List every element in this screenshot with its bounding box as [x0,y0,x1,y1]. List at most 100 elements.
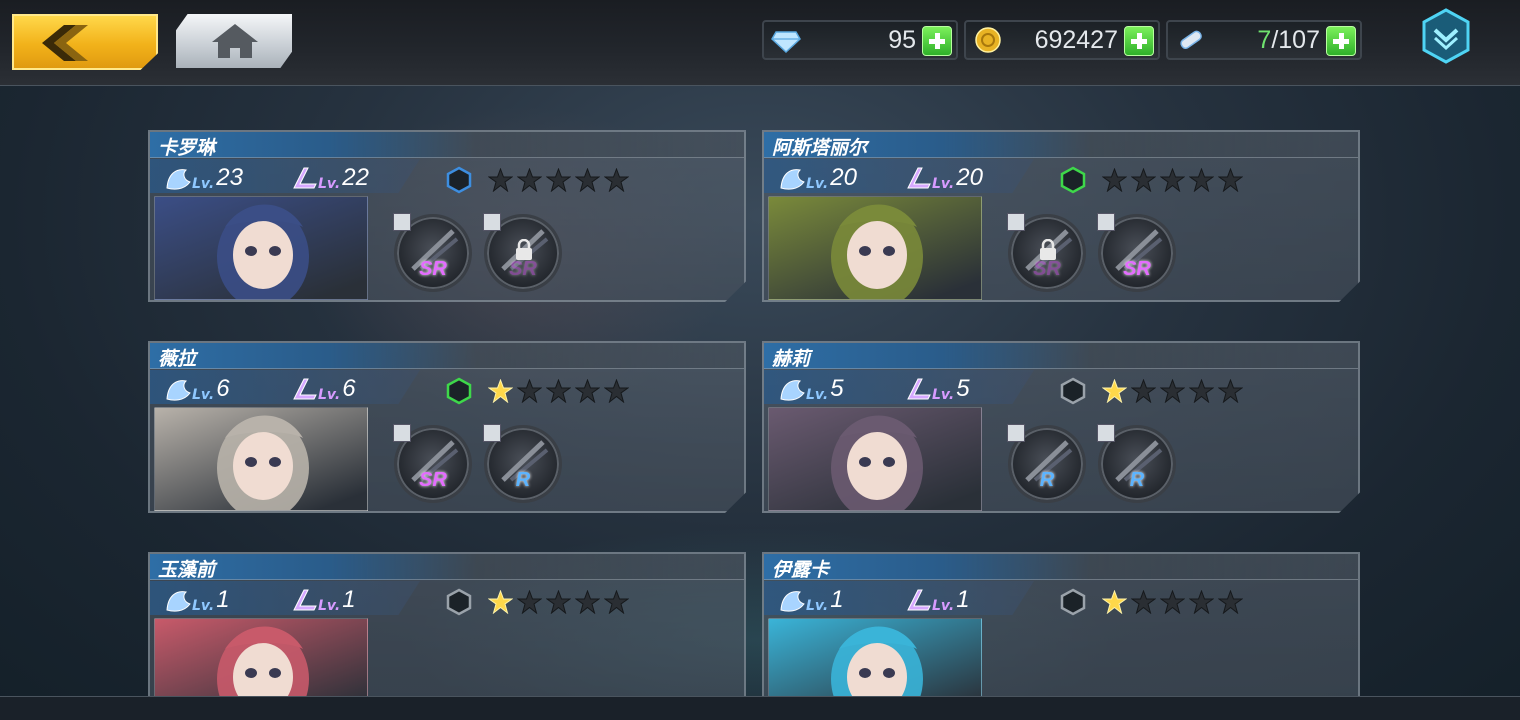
star-icon [1189,590,1214,614]
back-button[interactable] [12,14,158,70]
star-icon [575,168,600,192]
stamina-max: /107 [1271,26,1320,54]
equipment-slot[interactable]: SR [393,424,472,503]
character-card[interactable]: 玉藻前 Lv. 1 Lv. 1 [148,552,746,696]
equipment-slot[interactable]: R [483,424,562,503]
star-rating [488,379,629,403]
character-name: 伊露卡 [772,559,830,581]
level-value: 20 [956,164,983,191]
name-bar [150,343,744,369]
name-bar [764,554,1358,580]
star-rating [1102,590,1243,614]
character-portrait [768,196,982,300]
rarity-label: R [515,469,531,491]
level-value: 5 [956,375,970,402]
star-icon [1131,590,1156,614]
level-value: 5 [830,375,844,402]
bottom-bar [0,696,1520,720]
rank-hexagon-icon [1060,166,1086,194]
rarity-label: R [1039,469,1055,491]
star-icon [604,168,629,192]
top-bar: 95 692427 7/107 [0,0,1520,86]
equipment-slot[interactable]: R [1007,424,1086,503]
home-button[interactable] [176,14,292,68]
star-icon [1131,168,1156,192]
level-value: 1 [342,586,356,613]
star-icon [1102,379,1127,403]
character-name: 赫莉 [772,348,811,370]
weapon-level: Lv. 5 [904,373,970,403]
star-icon [1160,168,1185,192]
star-icon [1160,590,1185,614]
level-label: Lv. [932,598,955,614]
rarity-label: SR [1123,258,1151,280]
star-rating [1102,379,1243,403]
rank-hexagon-icon [1060,588,1086,616]
character-portrait [154,196,368,300]
character-name: 玉藻前 [158,559,216,581]
stamina-value: 7/107 [1257,26,1320,55]
level-value: 1 [956,586,970,613]
star-icon [575,590,600,614]
weapon-level: Lv. 6 [290,373,356,403]
character-level-icon [780,380,805,401]
stamina-icon [1180,30,1202,50]
gold-counter: 692427 [964,20,1160,60]
equipment-slot[interactable]: SR [1007,213,1086,292]
star-icon [1189,168,1214,192]
rank-hexagon-icon [446,588,472,616]
star-icon [546,168,571,192]
level-label: Lv. [806,598,829,614]
menu-button[interactable] [1418,8,1474,64]
weapon-level: Lv. 20 [904,162,983,192]
rarity-label: R [1129,469,1145,491]
character-list[interactable]: 卡罗琳 Lv. 23 Lv. 22 SR SR 阿斯塔丽尔 Lv. 20 Lv.… [0,86,1520,696]
character-level-icon [166,380,191,401]
character-card[interactable]: 伊露卡 Lv. 1 Lv. 1 [762,552,1360,696]
rank-hexagon-icon [1060,377,1086,405]
star-icon [604,590,629,614]
character-name: 阿斯塔丽尔 [772,137,868,159]
level-label: Lv. [192,387,215,403]
name-bar [764,343,1358,369]
character-card[interactable]: 赫莉 Lv. 5 Lv. 5 R R [762,341,1360,513]
star-icon [488,590,513,614]
gold-coin-icon [975,27,1001,53]
level-value: 22 [342,164,369,191]
star-icon [517,590,542,614]
star-icon [517,168,542,192]
character-level: Lv. 1 [164,584,230,614]
character-name: 薇拉 [158,348,197,370]
level-value: 6 [216,375,230,402]
rank-hexagon-icon [446,166,472,194]
equipment-slot[interactable]: R [1097,424,1176,503]
add-diamond-button[interactable] [922,26,952,56]
weapon-level: Lv. 1 [904,584,970,614]
diamond-counter: 95 [762,20,958,60]
character-level: Lv. 6 [164,373,230,403]
star-icon [1160,379,1185,403]
star-icon [1189,379,1214,403]
diamond-value: 95 [888,26,916,54]
level-label: Lv. [806,387,829,403]
character-card[interactable]: 阿斯塔丽尔 Lv. 20 Lv. 20 SR SR [762,130,1360,302]
equipment-slot[interactable]: SR [393,213,472,292]
equipment-slot[interactable]: SR [483,213,562,292]
character-portrait [154,407,368,511]
add-stamina-button[interactable] [1326,26,1356,56]
add-gold-button[interactable] [1124,26,1154,56]
weapon-level-icon [907,378,931,400]
character-level: Lv. 1 [778,584,844,614]
character-level-icon [780,169,805,190]
equipment-slot[interactable]: SR [1097,213,1176,292]
weapon-level-icon [907,167,931,189]
character-card[interactable]: 薇拉 Lv. 6 Lv. 6 SR R [148,341,746,513]
name-bar [150,554,744,580]
star-icon [1131,379,1156,403]
weapon-level-icon [293,589,317,611]
level-label: Lv. [806,176,829,192]
character-card[interactable]: 卡罗琳 Lv. 23 Lv. 22 SR SR [148,130,746,302]
level-label: Lv. [932,176,955,192]
star-icon [604,379,629,403]
star-icon [517,379,542,403]
